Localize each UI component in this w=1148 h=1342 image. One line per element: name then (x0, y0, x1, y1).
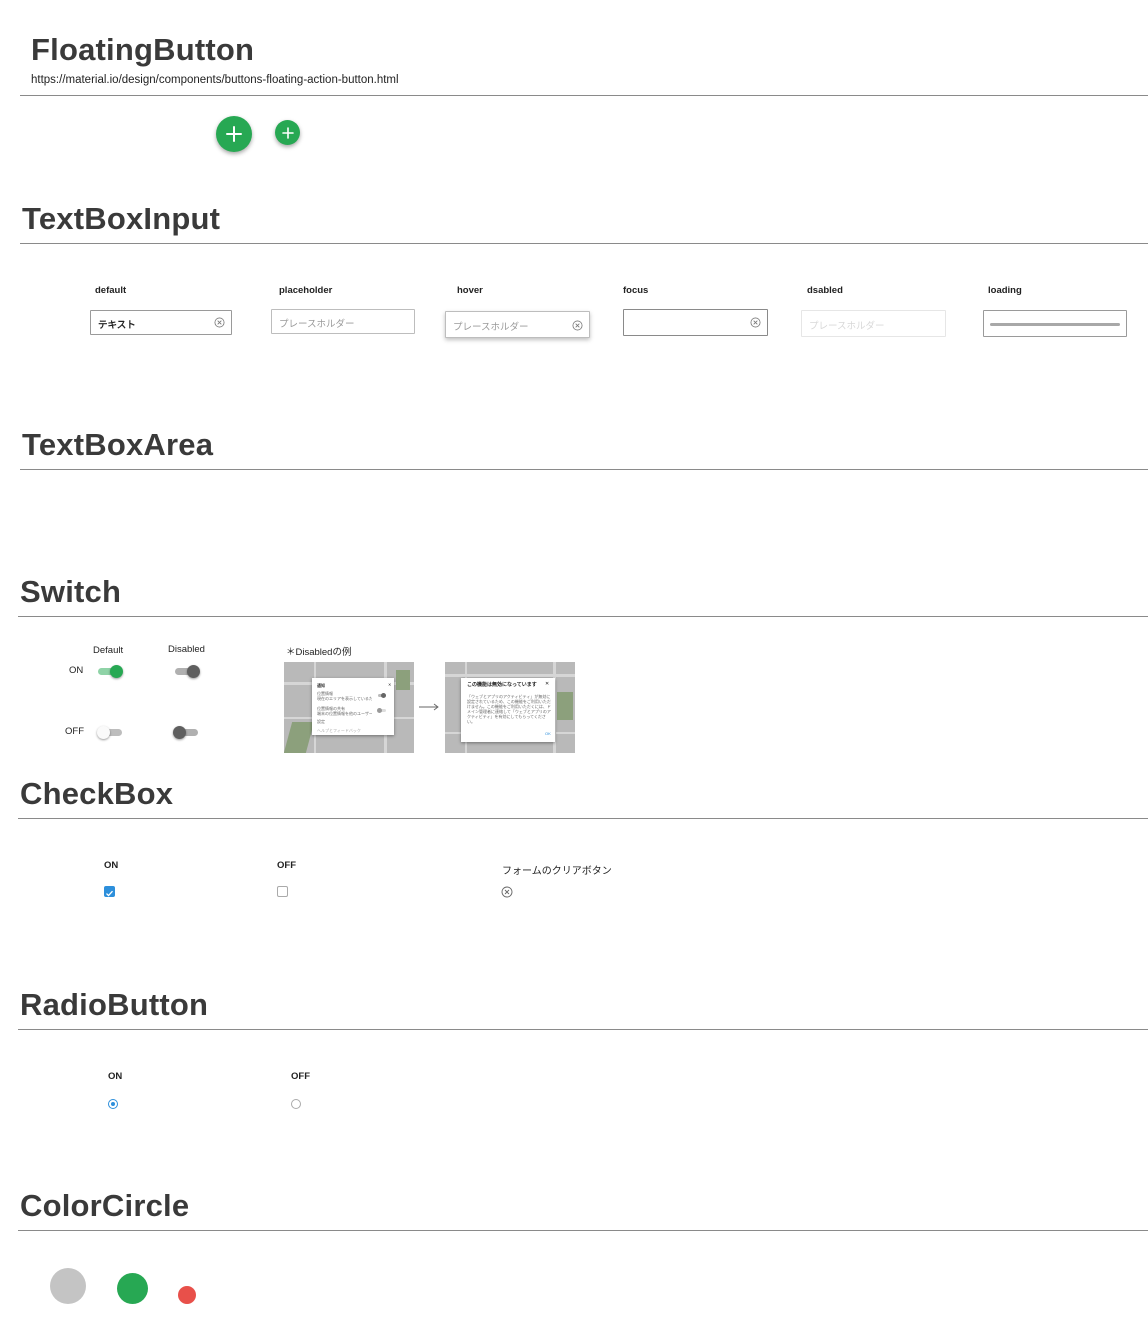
checkbox-off[interactable] (277, 886, 288, 897)
clear-circle-x-icon[interactable] (750, 317, 761, 328)
disabled-example-before-image: 通知 ✕ 位置情報 現在のエリアを表示しているため、 位置情報の共有 端末の位置… (284, 662, 414, 753)
mini-switch-knob (381, 693, 386, 698)
state-label-focus: focus (623, 285, 649, 296)
example-line: 現在のエリアを表示しているため、 (317, 696, 372, 701)
example-dialog-before: 通知 ✕ 位置情報 現在のエリアを表示しているため、 位置情報の共有 端末の位置… (312, 678, 394, 735)
clear-button-label: フォームのクリアボタン (502, 866, 612, 877)
divider (18, 1029, 1148, 1030)
section-title-radio-button: RadioButton (20, 987, 209, 1022)
state-label-hover: hover (457, 285, 483, 296)
switch-default-off[interactable] (97, 726, 122, 739)
color-circle-red (178, 1286, 196, 1304)
divider (20, 243, 1148, 244)
clear-circle-x-icon[interactable] (214, 317, 225, 328)
clear-circle-x-icon[interactable] (572, 320, 583, 331)
divider (18, 818, 1148, 819)
fab-large[interactable] (216, 116, 252, 152)
floating-button-reference-url: https://material.io/design/components/bu… (31, 74, 399, 86)
section-title-textbox-area: TextBoxArea (22, 427, 214, 462)
fab-small[interactable] (275, 120, 300, 145)
state-label-default: default (95, 285, 127, 296)
color-circle-green (117, 1273, 148, 1304)
arrow-right-icon (419, 703, 439, 711)
state-label-disabled: dsabled (807, 285, 843, 296)
textbox-placeholder-text: プレースホルダー (809, 321, 885, 332)
textbox-default[interactable]: テキスト (90, 310, 232, 335)
checkbox-label-on: ON (104, 860, 119, 871)
example-dialog-title: この機能は無効になっています (467, 682, 537, 688)
state-label-loading: loading (988, 285, 1022, 296)
radio-on[interactable] (108, 1099, 118, 1109)
radio-dot (111, 1102, 115, 1106)
radio-label-off: OFF (291, 1071, 310, 1082)
section-title-color-circle: ColorCircle (20, 1188, 190, 1223)
plus-icon (281, 126, 294, 139)
checkbox-label-off: OFF (277, 860, 296, 871)
switch-col-disabled: Disabled (168, 644, 205, 655)
close-icon: ✕ (388, 682, 392, 687)
switch-default-on[interactable] (98, 665, 123, 678)
example-dialog-after: この機能は無効になっています ✕ 「ウェブとアプリのアクティビティ」が無効に設定… (461, 678, 555, 742)
divider (18, 616, 1148, 617)
textbox-placeholder-text: プレースホルダー (279, 319, 355, 330)
section-title-floating-button: FloatingButton (31, 32, 255, 67)
plus-icon (226, 126, 242, 142)
section-title-checkbox: CheckBox (20, 776, 174, 811)
clear-circle-x-icon[interactable] (501, 886, 513, 898)
divider (20, 469, 1148, 470)
textbox-disabled: プレースホルダー (801, 310, 946, 337)
textbox-loading (983, 310, 1127, 337)
example-dialog-title: 通知 (317, 683, 325, 688)
disabled-example-label: ＊Disabledの例 (286, 647, 352, 658)
radio-off[interactable] (291, 1099, 301, 1109)
divider (18, 1230, 1148, 1231)
mini-switch-knob (377, 708, 382, 713)
textbox-placeholder-text: プレースホルダー (453, 322, 529, 333)
example-line: ヘルプとフィードバック (317, 728, 361, 733)
color-circle-gray (50, 1268, 86, 1304)
section-title-textbox-input: TextBoxInput (22, 201, 221, 236)
example-ok-button: OK (545, 731, 551, 736)
check-icon (106, 890, 113, 897)
textbox-focus[interactable] (623, 309, 768, 336)
textbox-placeholder[interactable]: プレースホルダー (271, 309, 415, 334)
section-title-switch: Switch (20, 574, 122, 609)
example-dialog-body: 「ウェブとアプリのアクティビティ」が無効に設定されているため、この機能をご利用い… (467, 694, 551, 724)
textbox-hover[interactable]: プレースホルダー (445, 311, 590, 338)
example-line: 設定 (317, 719, 325, 724)
example-line: 端末の位置情報を他のユーザーと共有 (317, 711, 372, 716)
close-icon: ✕ (545, 681, 550, 687)
switch-row-on: ON (69, 665, 84, 676)
state-label-placeholder: placeholder (279, 285, 333, 296)
checkbox-on[interactable] (104, 886, 115, 897)
radio-label-on: ON (108, 1071, 123, 1082)
switch-disabled-off (173, 726, 198, 739)
switch-disabled-on (175, 665, 200, 678)
disabled-example-after-image: この機能は無効になっています ✕ 「ウェブとアプリのアクティビティ」が無効に設定… (445, 662, 575, 753)
switch-row-off: OFF (65, 726, 84, 737)
divider (20, 95, 1148, 96)
loading-bar (990, 323, 1120, 326)
textbox-value: テキスト (98, 320, 136, 331)
switch-col-default: Default (93, 645, 124, 656)
